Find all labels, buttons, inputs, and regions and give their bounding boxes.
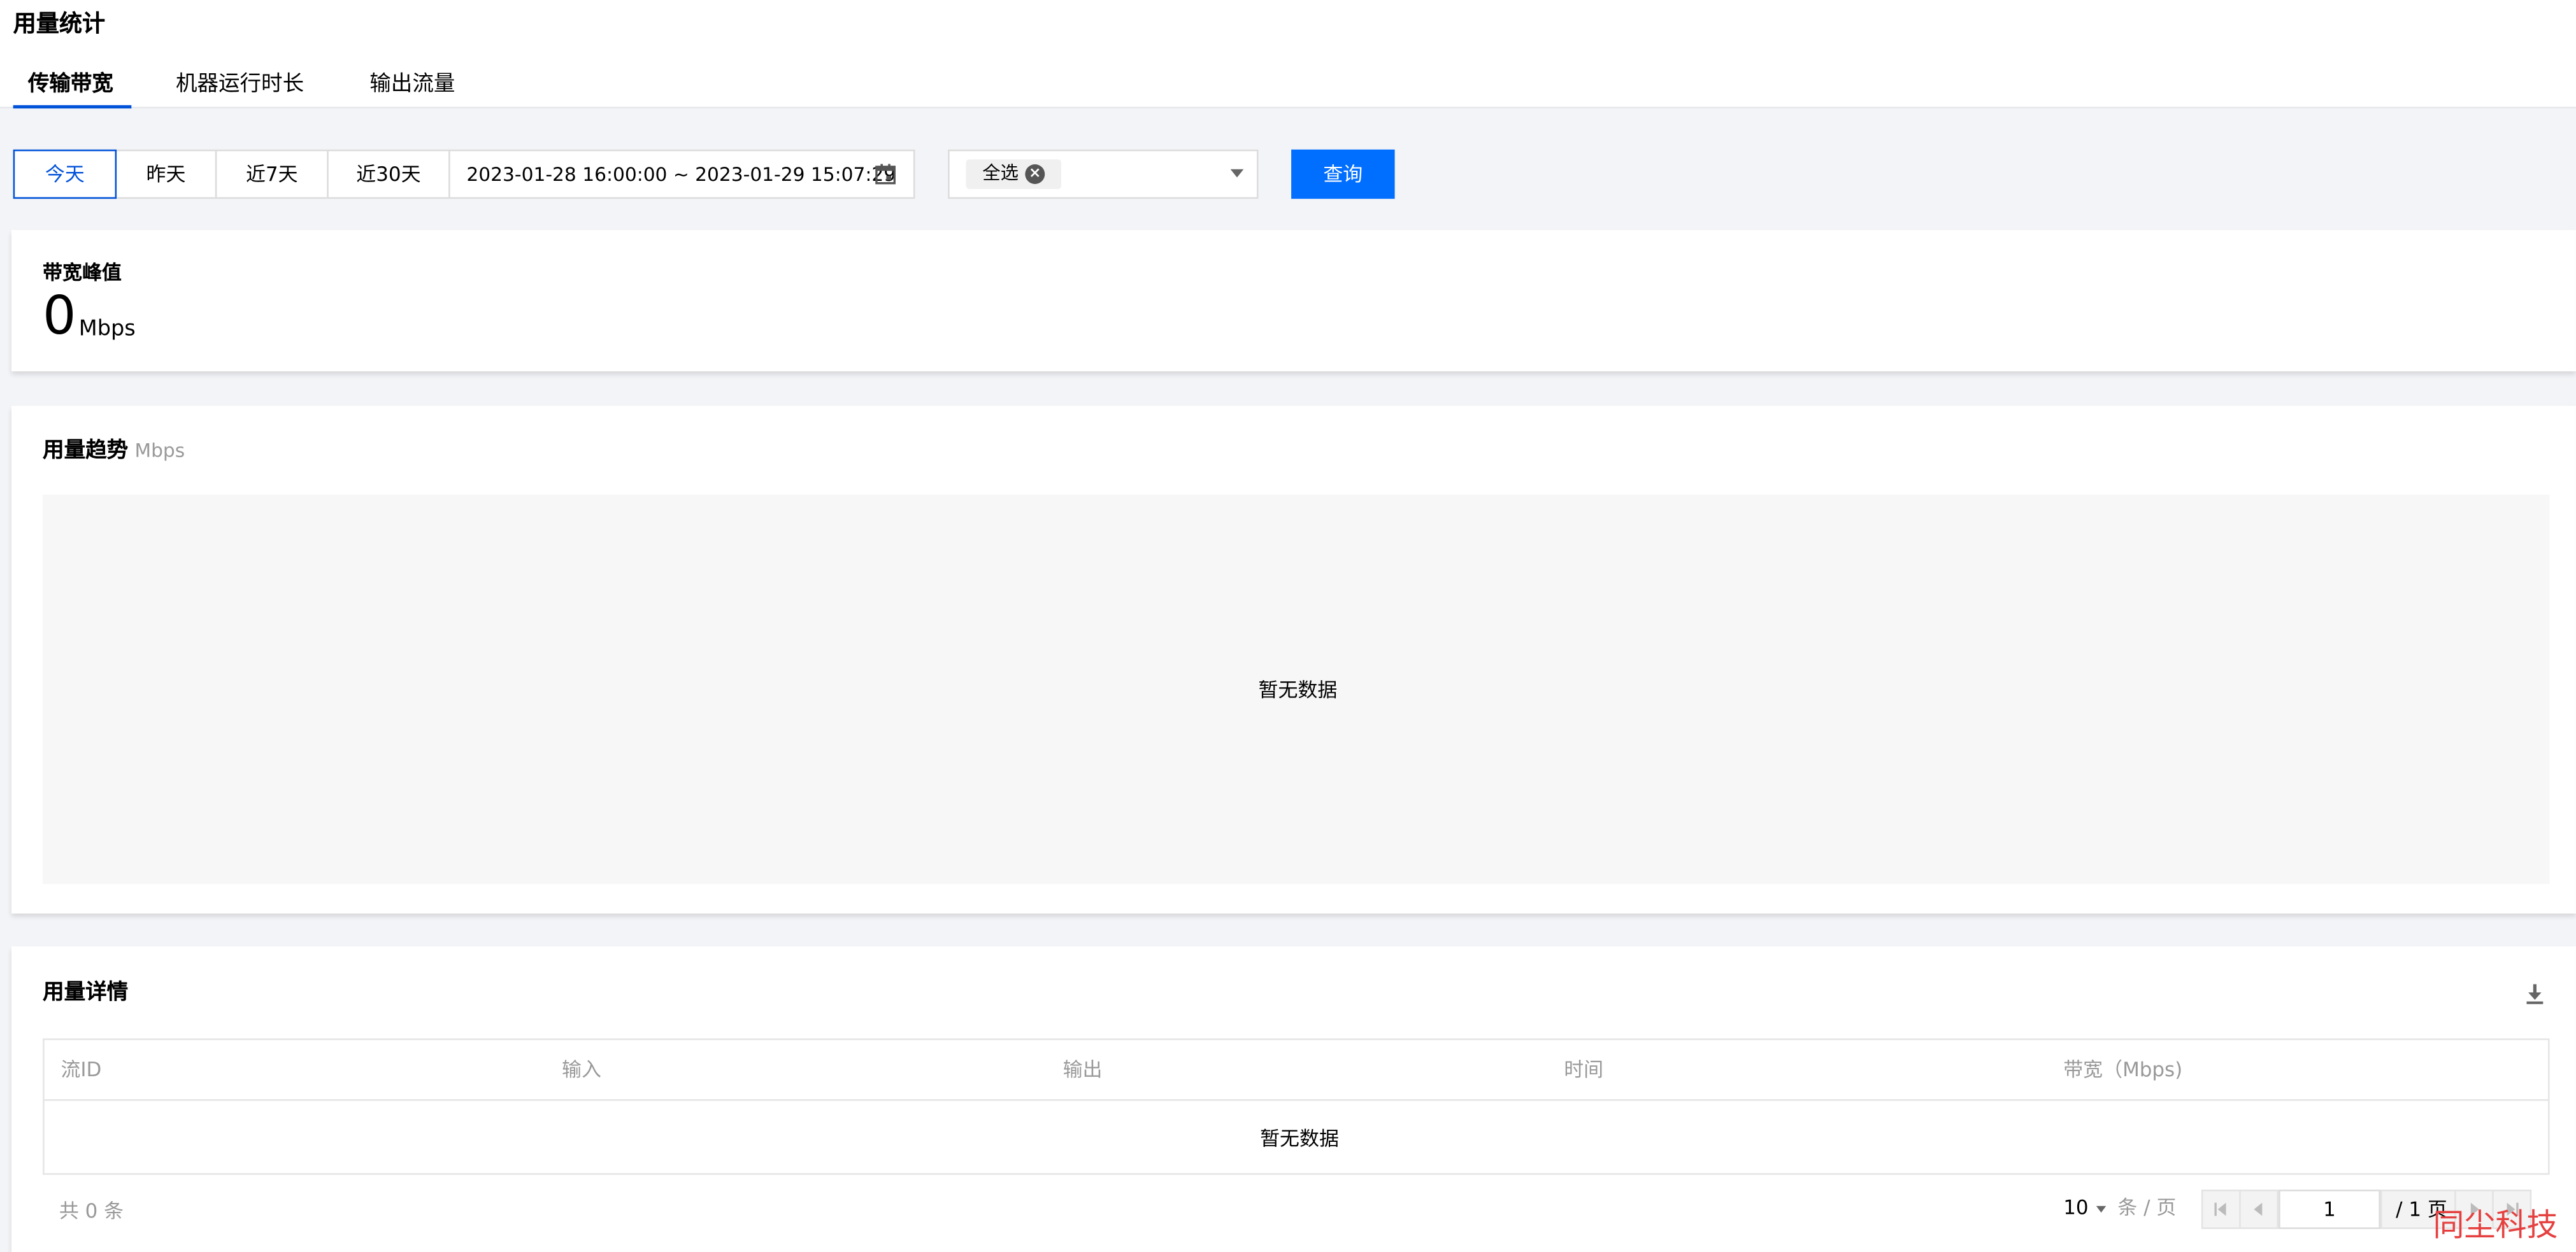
page-size-unit: 条 / 页 [2117, 1196, 2177, 1220]
detail-title: 用量详情 [43, 981, 129, 1006]
select-all-tag-label: 全选 [982, 162, 1019, 184]
trend-title-text: 用量趋势 [43, 438, 129, 464]
page-number-input[interactable] [2279, 1189, 2380, 1229]
peak-unit: Mbps [78, 317, 136, 342]
trend-empty-text: 暂无数据 [1258, 678, 1338, 702]
tab-transfer-bandwidth[interactable]: 传输带宽 [28, 69, 113, 108]
date-range-picker[interactable]: 2023-01-28 16:00:00 ~ 2023-01-29 15:07:2… [448, 149, 915, 199]
download-icon[interactable] [2523, 983, 2546, 1006]
range-7days-button[interactable]: 近7天 [215, 149, 329, 199]
tab-machine-runtime[interactable]: 机器运行时长 [176, 69, 304, 108]
calendar-icon [875, 164, 896, 185]
tab-output-traffic[interactable]: 输出流量 [369, 69, 455, 108]
caret-down-icon [2096, 1205, 2107, 1212]
first-page-button[interactable] [2201, 1189, 2241, 1229]
query-button[interactable]: 查询 [1291, 149, 1395, 199]
column-header-stream-id: 流ID [61, 1058, 102, 1081]
usage-trend-card: 用量趋势 Mbps 暂无数据 [11, 406, 2576, 914]
prev-page-button[interactable] [2239, 1189, 2279, 1229]
page-size-select[interactable]: 10 [2063, 1195, 2107, 1221]
range-30days-button[interactable]: 近30天 [327, 149, 450, 199]
column-header-bandwidth: 带宽（Mbps) [2063, 1058, 2183, 1081]
header: 用量统计 传输带宽 机器运行时长 输出流量 [0, 0, 2576, 109]
peak-value: 0 [43, 284, 76, 347]
usage-detail-card: 用量详情 流ID 输入 输出 时间 带宽（Mbps) 暂无数据 共 0 条 10… [11, 946, 2576, 1252]
total-count: 共 0 条 [59, 1199, 124, 1223]
close-icon[interactable]: × [1025, 164, 1045, 184]
page-size-value: 10 [2063, 1196, 2089, 1220]
table-header: 流ID 输入 输出 时间 带宽（Mbps) [44, 1040, 2549, 1101]
stream-select[interactable]: 全选 × [948, 149, 1259, 199]
column-header-input: 输入 [562, 1058, 601, 1081]
range-today-button[interactable]: 今天 [13, 149, 117, 199]
bandwidth-peak-card: 带宽峰值 0 Mbps [11, 230, 2576, 372]
column-header-output: 输出 [1063, 1058, 1103, 1081]
usage-detail-table: 流ID 输入 输出 时间 带宽（Mbps) 暂无数据 [43, 1038, 2550, 1175]
active-tab-indicator [13, 105, 132, 109]
chevron-down-icon [1230, 169, 1244, 178]
trend-unit: Mbps [134, 438, 185, 462]
table-empty-text: 暂无数据 [1260, 1127, 1339, 1151]
range-yesterday-button[interactable]: 昨天 [115, 149, 217, 199]
select-all-tag: 全选 × [966, 159, 1062, 189]
date-range-text: 2023-01-28 16:00:00 ~ 2023-01-29 15:07:2… [466, 162, 896, 186]
trend-chart-area: 暂无数据 [43, 494, 2550, 885]
prev-page-icon [2254, 1202, 2263, 1216]
page: 用量统计 传输带宽 机器运行时长 输出流量 今天 昨天 近7天 近30天 202… [0, 0, 2576, 1252]
column-header-time: 时间 [1564, 1058, 1604, 1081]
page-title: 用量统计 [13, 11, 106, 38]
trend-title: 用量趋势 Mbps [43, 436, 185, 467]
watermark-text: 同尘科技 [2433, 1207, 2558, 1244]
peak-title: 带宽峰值 [43, 261, 122, 285]
first-page-icon [2214, 1202, 2226, 1216]
